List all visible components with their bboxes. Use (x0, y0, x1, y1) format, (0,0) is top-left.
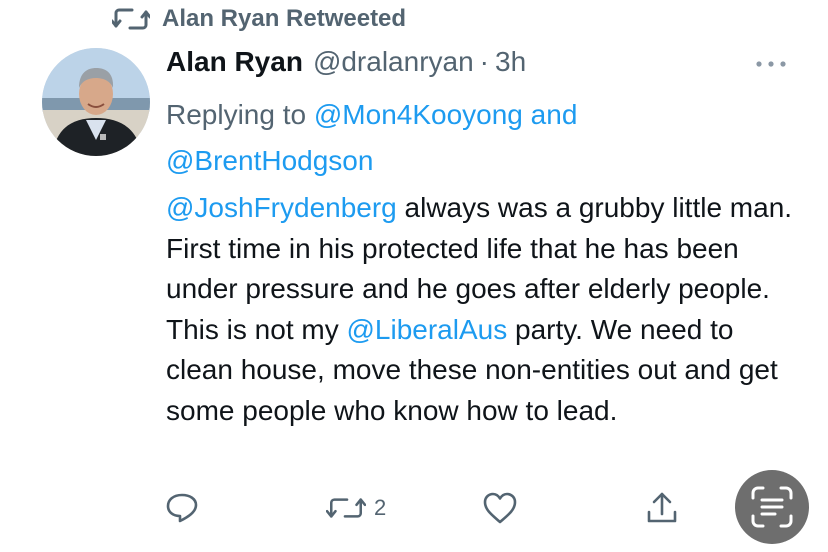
avatar[interactable] (42, 48, 150, 156)
text-scan-icon (751, 486, 793, 528)
avatar-photo (42, 48, 150, 156)
retweet-count: 2 (374, 495, 387, 520)
reply-icon (166, 493, 198, 523)
mention-link[interactable]: @LiberalAus (346, 314, 507, 345)
retweet-icon (326, 498, 366, 518)
heart-icon (483, 492, 517, 524)
reply-and[interactable]: and (531, 99, 578, 130)
author-handle[interactable]: @dralanryan (313, 46, 474, 78)
replying-to: Replying to @Mon4Kooyong and @BrentHodgs… (166, 92, 726, 184)
more-options-button[interactable] (754, 50, 788, 78)
retweeted-by-row: Alan Ryan Retweeted (112, 4, 406, 34)
retweeted-by-label[interactable]: Alan Ryan Retweeted (162, 5, 406, 33)
author-name[interactable]: Alan Ryan (166, 46, 303, 78)
reply-button[interactable] (164, 488, 200, 528)
reply-mention-link[interactable]: @Mon4Kooyong (314, 99, 523, 130)
retweet-button[interactable]: 2 (326, 488, 386, 528)
retweet-icon (112, 8, 150, 30)
tweet-actions: 2 (164, 488, 724, 528)
tweet-timestamp[interactable]: 3h (495, 46, 526, 78)
mention-link[interactable]: @JoshFrydenberg (166, 192, 397, 223)
tweet-text: @JoshFrydenberg always was a grubby litt… (166, 188, 806, 432)
reply-mention-link[interactable]: @BrentHodgson (166, 145, 373, 176)
share-button[interactable] (644, 488, 680, 528)
like-button[interactable] (482, 488, 518, 528)
replying-prefix: Replying to (166, 99, 307, 130)
share-icon (647, 492, 677, 523)
text-scan-button[interactable] (735, 470, 809, 544)
separator-dot: · (479, 46, 489, 77)
more-horizontal-icon (756, 61, 786, 67)
tweet-header: Alan Ryan @dralanryan · 3h (166, 46, 526, 82)
